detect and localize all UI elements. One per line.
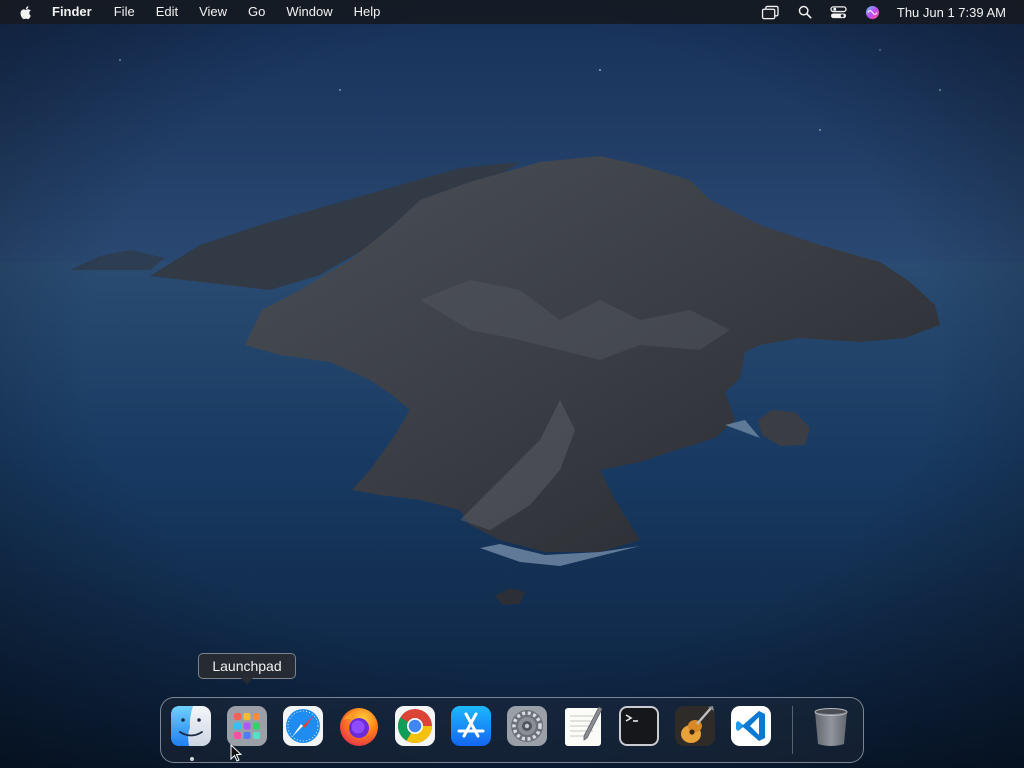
desktop[interactable]: Finder File Edit View Go Window Help Thu… (0, 0, 1024, 768)
app-store-icon (451, 706, 491, 746)
finder-icon (171, 706, 211, 746)
dock-tooltip: Launchpad (198, 653, 296, 679)
terminal-icon (619, 706, 659, 746)
menu-bar: Finder File Edit View Go Window Help Thu… (0, 0, 1024, 24)
vscode-icon (731, 706, 771, 746)
siri-icon[interactable] (863, 3, 883, 21)
dock-tooltip-arrow (241, 678, 253, 685)
menu-file[interactable]: File (114, 0, 135, 24)
dock-app-safari[interactable] (281, 704, 325, 748)
dock-app-system-preferences[interactable] (505, 704, 549, 748)
dock-app-terminal[interactable] (617, 704, 661, 748)
menu-bar-clock[interactable]: Thu Jun 1 7:39 AM (897, 5, 1006, 20)
screen-mirroring-icon[interactable] (761, 3, 781, 21)
mouse-cursor-icon (230, 744, 242, 762)
dock-app-chrome[interactable] (393, 704, 437, 748)
spotlight-search-icon[interactable] (795, 3, 815, 21)
dock (160, 697, 864, 763)
textedit-icon (565, 706, 603, 746)
apple-logo-icon[interactable] (18, 4, 34, 20)
dock-app-garageband[interactable] (673, 704, 717, 748)
firefox-icon (340, 708, 378, 746)
trash-icon (814, 708, 848, 746)
dock-app-vscode[interactable] (729, 704, 773, 748)
launchpad-icon (227, 706, 267, 746)
menu-window[interactable]: Window (286, 0, 332, 24)
dock-app-app-store[interactable] (449, 704, 493, 748)
menu-bar-status-area: Thu Jun 1 7:39 AM (747, 0, 1006, 24)
dock-app-launchpad[interactable] (225, 704, 269, 748)
menu-app-name[interactable]: Finder (52, 0, 92, 24)
dock-app-finder[interactable] (169, 704, 213, 748)
menu-edit[interactable]: Edit (156, 0, 178, 24)
dock-trash[interactable] (809, 704, 853, 748)
garageband-icon (675, 706, 715, 746)
dock-app-textedit[interactable] (561, 704, 605, 748)
safari-icon (283, 706, 323, 746)
menu-help[interactable]: Help (354, 0, 381, 24)
dock-app-firefox[interactable] (337, 704, 381, 748)
chrome-icon (395, 706, 435, 746)
dock-divider (792, 706, 793, 754)
menu-view[interactable]: View (199, 0, 227, 24)
menu-go[interactable]: Go (248, 0, 265, 24)
control-center-icon[interactable] (829, 3, 849, 21)
system-preferences-icon (507, 706, 547, 746)
finder-running-indicator (190, 757, 194, 761)
desktop-wallpaper (0, 0, 1024, 768)
